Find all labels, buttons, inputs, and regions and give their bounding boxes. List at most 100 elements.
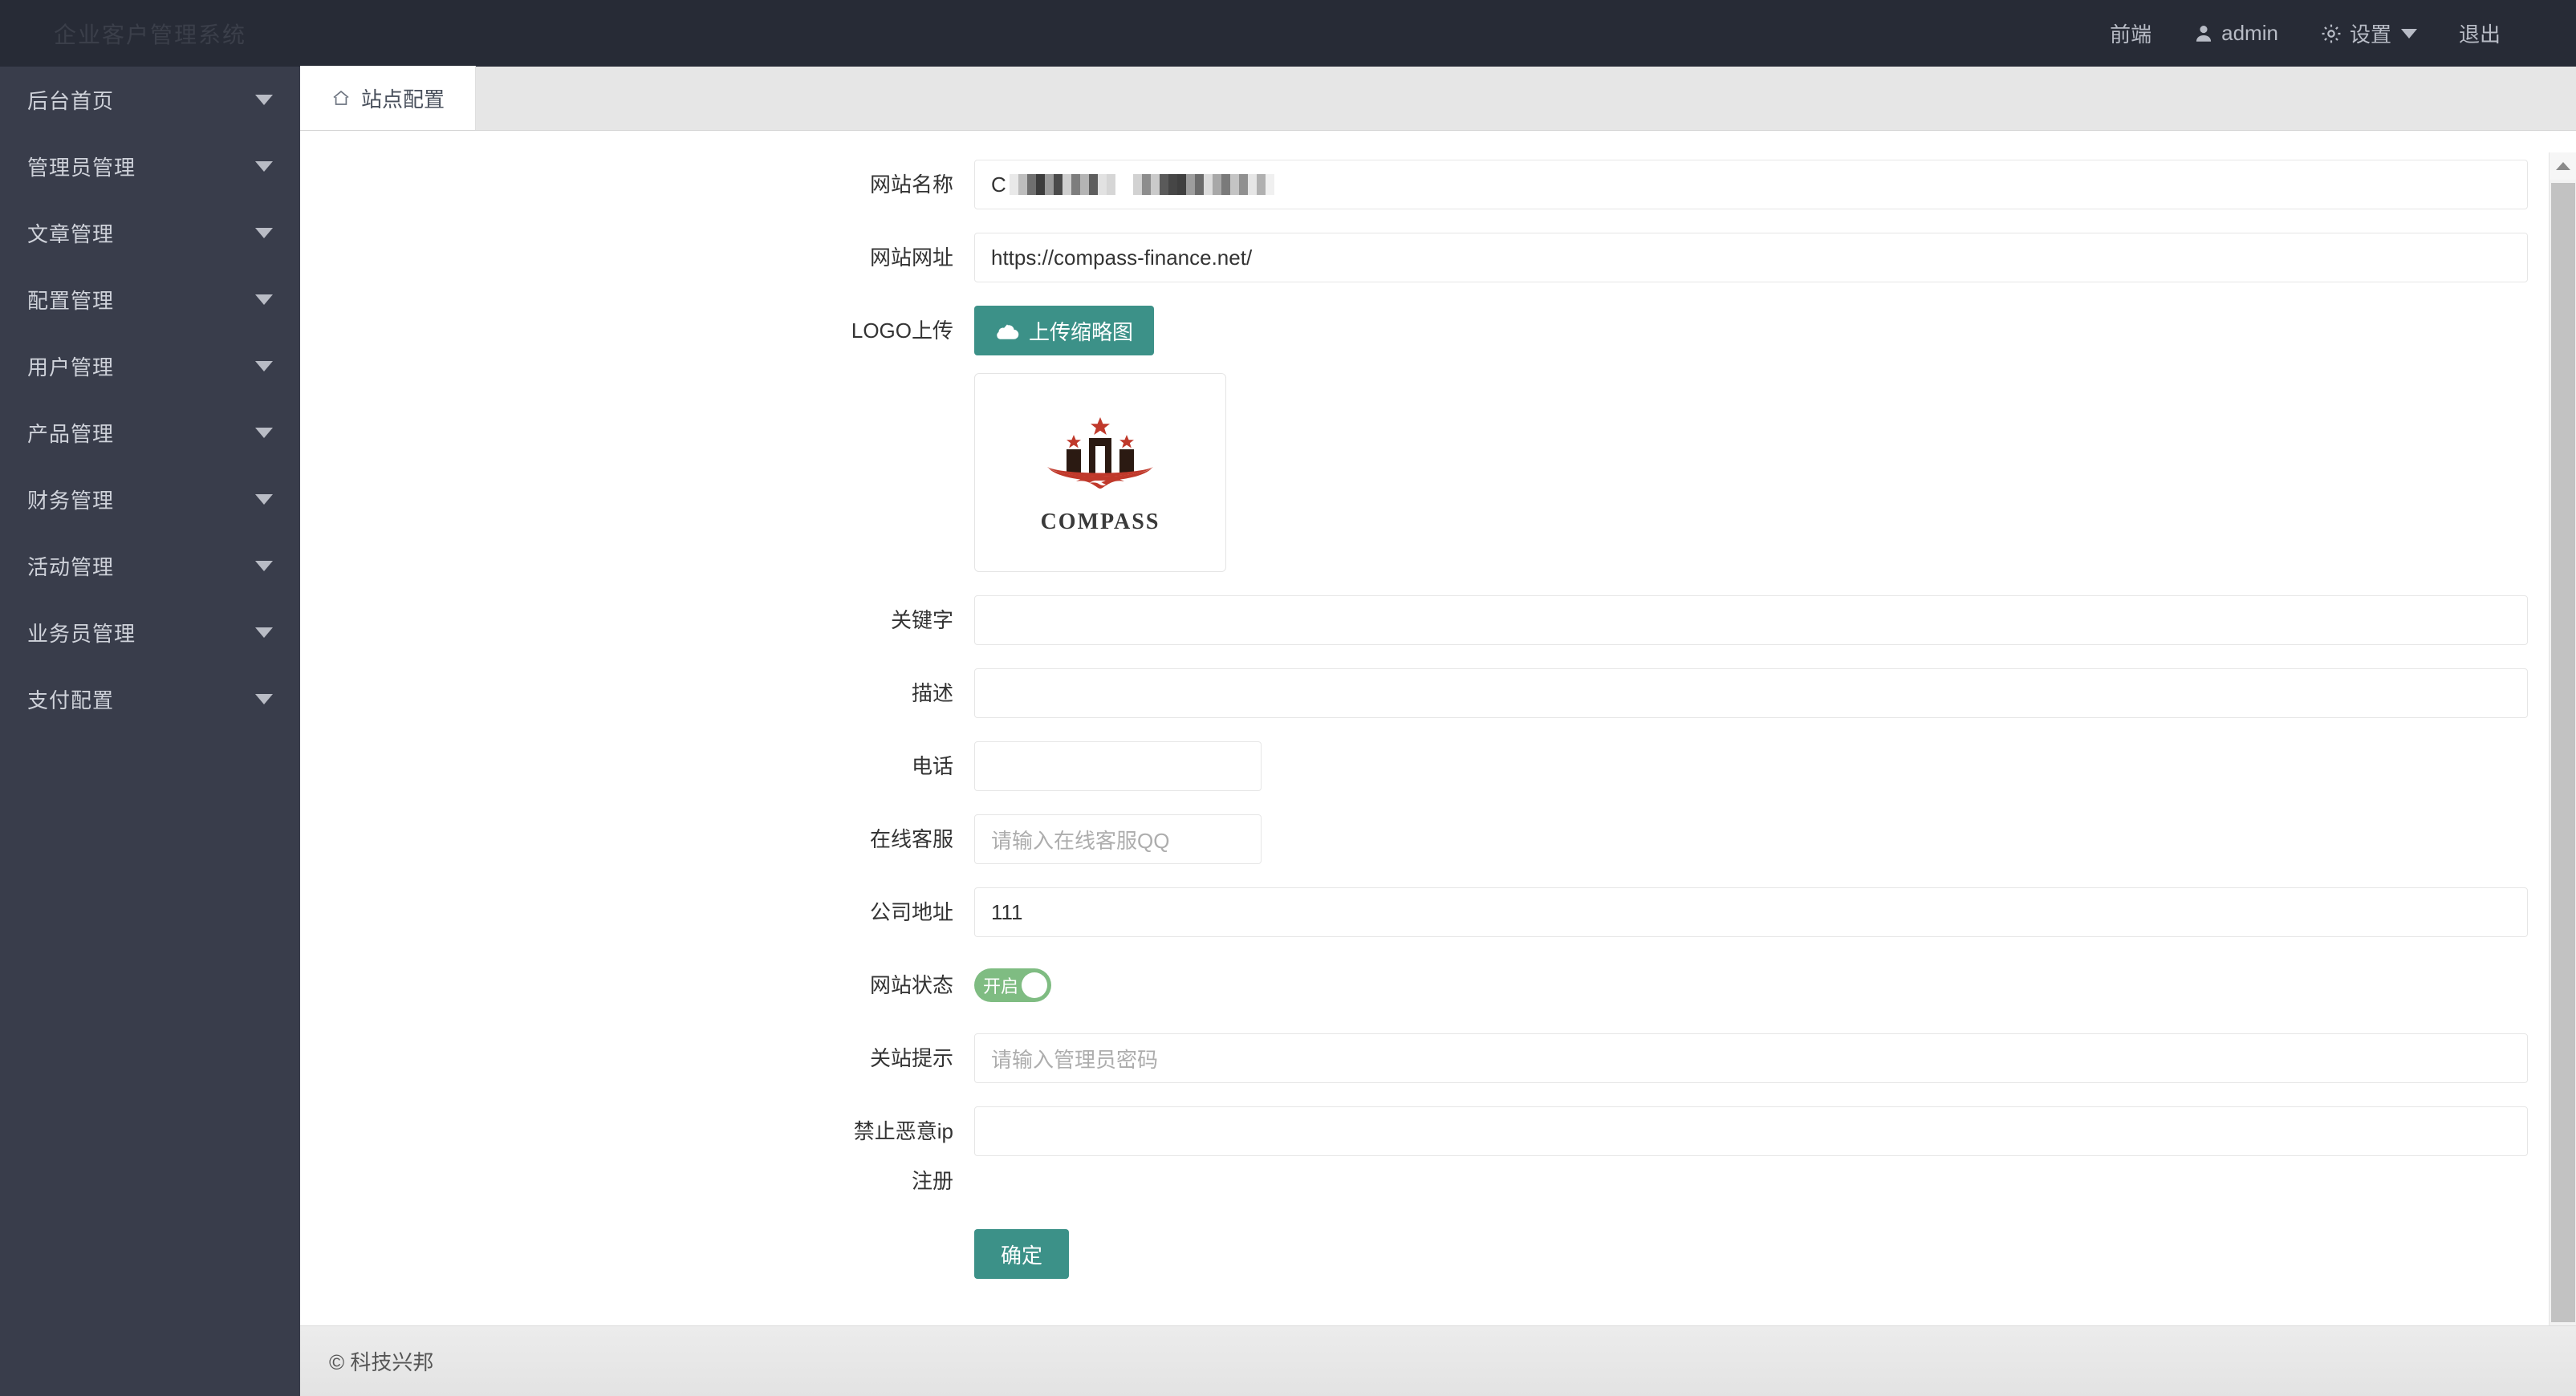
site-status-label: 网站状态 [869, 973, 953, 997]
scroll-up-button[interactable] [2550, 152, 2576, 180]
site-url-input[interactable]: https://compass-finance.net/ [974, 233, 2528, 282]
form-row-company-address: 公司地址 111 [300, 887, 2576, 937]
keywords-label: 关键字 [890, 608, 953, 632]
user-icon [2193, 22, 2214, 45]
footer: © 科技兴邦 [300, 1325, 2576, 1396]
compass-logo-wordmark: COMPASS [1040, 509, 1160, 534]
block-ip-input[interactable] [974, 1106, 2528, 1156]
description-label: 描述 [911, 681, 953, 705]
site-name-label: 网站名称 [869, 172, 953, 197]
nav-settings-label: 设置 [2349, 22, 2391, 47]
site-name-value: C [991, 172, 1006, 197]
form-row-site-url: 网站网址 https://compass-finance.net/ [300, 233, 2576, 282]
site-url-value: https://compass-finance.net/ [991, 245, 1253, 270]
sidebar-item-product-management[interactable]: 产品管理 [0, 400, 300, 466]
form-row-phone: 电话 [300, 741, 2576, 791]
sidebar-item-label: 管理员管理 [27, 156, 136, 180]
app-logo[interactable]: 企业客户管理系统 [0, 0, 300, 67]
sidebar-item-article-management[interactable]: 文章管理 [0, 200, 300, 266]
sidebar-item-label: 业务员管理 [27, 622, 136, 646]
nav-item-frontend[interactable]: 前端 [2089, 0, 2172, 67]
block-ip-label: 禁止恶意ip 注册 [853, 1119, 953, 1193]
close-tip-label: 关站提示 [869, 1046, 953, 1070]
top-header: 企业客户管理系统 前端 admin 设置 退出 [0, 0, 2576, 67]
site-url-label: 网站网址 [869, 246, 953, 270]
triangle-up-icon [2556, 162, 2570, 170]
sidebar-item-label: 后台首页 [27, 89, 115, 113]
submit-button[interactable]: 确定 [974, 1229, 1069, 1279]
chevron-down-icon [255, 361, 273, 371]
sidebar: 后台首页 管理员管理 文章管理 配置管理 用户管理 产品管理 财务管理 活动管理… [0, 67, 300, 1396]
sidebar-item-label: 产品管理 [27, 422, 115, 446]
sidebar-item-label: 活动管理 [27, 555, 115, 579]
logo-thumbnail-preview[interactable]: COMPASS [974, 373, 1226, 572]
site-name-value-redacted: C [991, 172, 1274, 197]
home-icon [331, 88, 351, 108]
form-row-keywords: 关键字 [300, 595, 2576, 645]
site-status-toggle-label: 开启 [983, 976, 1019, 996]
content-panel: 网站名称 C 网站网址 https://compass-finance.net/… [300, 131, 2576, 1325]
form-row-online-service: 在线客服 请输入在线客服QQ [300, 814, 2576, 864]
scrollbar-thumb[interactable] [2551, 183, 2575, 1322]
sidebar-item-label: 财务管理 [27, 489, 115, 513]
close-tip-input[interactable]: 请输入管理员密码 [974, 1033, 2528, 1083]
gear-icon [2320, 22, 2342, 45]
sidebar-item-finance-management[interactable]: 财务管理 [0, 466, 300, 533]
sidebar-item-label: 文章管理 [27, 222, 115, 246]
form-row-site-status: 网站状态 开启 [300, 960, 2576, 1010]
company-address-value: 111 [991, 899, 1023, 924]
sidebar-item-admin-management[interactable]: 管理员管理 [0, 133, 300, 200]
nav-item-settings[interactable]: 设置 [2299, 0, 2438, 67]
sidebar-item-user-management[interactable]: 用户管理 [0, 333, 300, 400]
close-tip-placeholder: 请输入管理员密码 [991, 1047, 1159, 1072]
online-service-placeholder: 请输入在线客服QQ [991, 828, 1170, 853]
redaction-mosaic [1009, 174, 1274, 195]
nav-logout-label: 退出 [2458, 22, 2501, 47]
sidebar-item-payment-config[interactable]: 支付配置 [0, 666, 300, 732]
sidebar-item-label: 支付配置 [27, 688, 115, 712]
nav-admin-label: admin [2221, 21, 2278, 45]
nav-item-admin-user[interactable]: admin [2172, 0, 2299, 67]
form-row-description: 描述 [300, 668, 2576, 718]
toggle-knob-icon [1022, 972, 1047, 998]
chevron-down-icon [2400, 28, 2417, 39]
tab-bar: 站点配置 [300, 66, 2576, 131]
online-service-label: 在线客服 [869, 827, 953, 851]
sidebar-item-config-management[interactable]: 配置管理 [0, 266, 300, 333]
admin-page: 企业客户管理系统 前端 admin 设置 退出 后台首页 管理员管理 文章管理 … [0, 0, 2576, 1396]
chevron-down-icon [255, 494, 273, 505]
company-address-input[interactable]: 111 [974, 887, 2528, 937]
phone-input[interactable] [974, 741, 1262, 791]
phone-label: 电话 [911, 754, 953, 778]
description-input[interactable] [974, 668, 2528, 718]
chevron-down-icon [255, 294, 273, 305]
form-row-submit: 确定 [300, 1229, 2576, 1279]
chevron-down-icon [255, 694, 273, 704]
sidebar-item-label: 用户管理 [27, 355, 115, 379]
sidebar-item-salesperson-management[interactable]: 业务员管理 [0, 599, 300, 666]
logo-upload-area: 上传缩略图 COMPASS [974, 306, 1226, 572]
form-row-block-ip: 禁止恶意ip 注册 [300, 1106, 2576, 1206]
upload-button-label: 上传缩略图 [1029, 319, 1134, 344]
keywords-input[interactable] [974, 595, 2528, 645]
chevron-down-icon [255, 428, 273, 438]
chevron-down-icon [255, 228, 273, 238]
upload-thumbnail-button[interactable]: 上传缩略图 [974, 306, 1155, 355]
site-status-toggle[interactable]: 开启 [974, 968, 1051, 1002]
sidebar-item-dashboard[interactable]: 后台首页 [0, 67, 300, 133]
nav-frontend-label: 前端 [2110, 22, 2152, 47]
form-row-logo-upload: LOGO上传 上传缩略图 COMPASS [300, 306, 2576, 572]
sidebar-item-label: 配置管理 [27, 289, 115, 313]
top-nav: 前端 admin 设置 退出 [2089, 0, 2576, 67]
logo-upload-label: LOGO上传 [851, 319, 953, 343]
site-name-input[interactable]: C [974, 160, 2528, 209]
chevron-down-icon [255, 161, 273, 172]
tab-label: 站点配置 [361, 87, 445, 112]
compass-logo-icon [1039, 411, 1161, 505]
vertical-scrollbar[interactable] [2549, 152, 2576, 1325]
sidebar-item-activity-management[interactable]: 活动管理 [0, 533, 300, 599]
online-service-input[interactable]: 请输入在线客服QQ [974, 814, 1262, 864]
tab-site-config[interactable]: 站点配置 [300, 66, 477, 130]
chevron-down-icon [255, 95, 273, 105]
nav-item-logout[interactable]: 退出 [2438, 0, 2521, 67]
